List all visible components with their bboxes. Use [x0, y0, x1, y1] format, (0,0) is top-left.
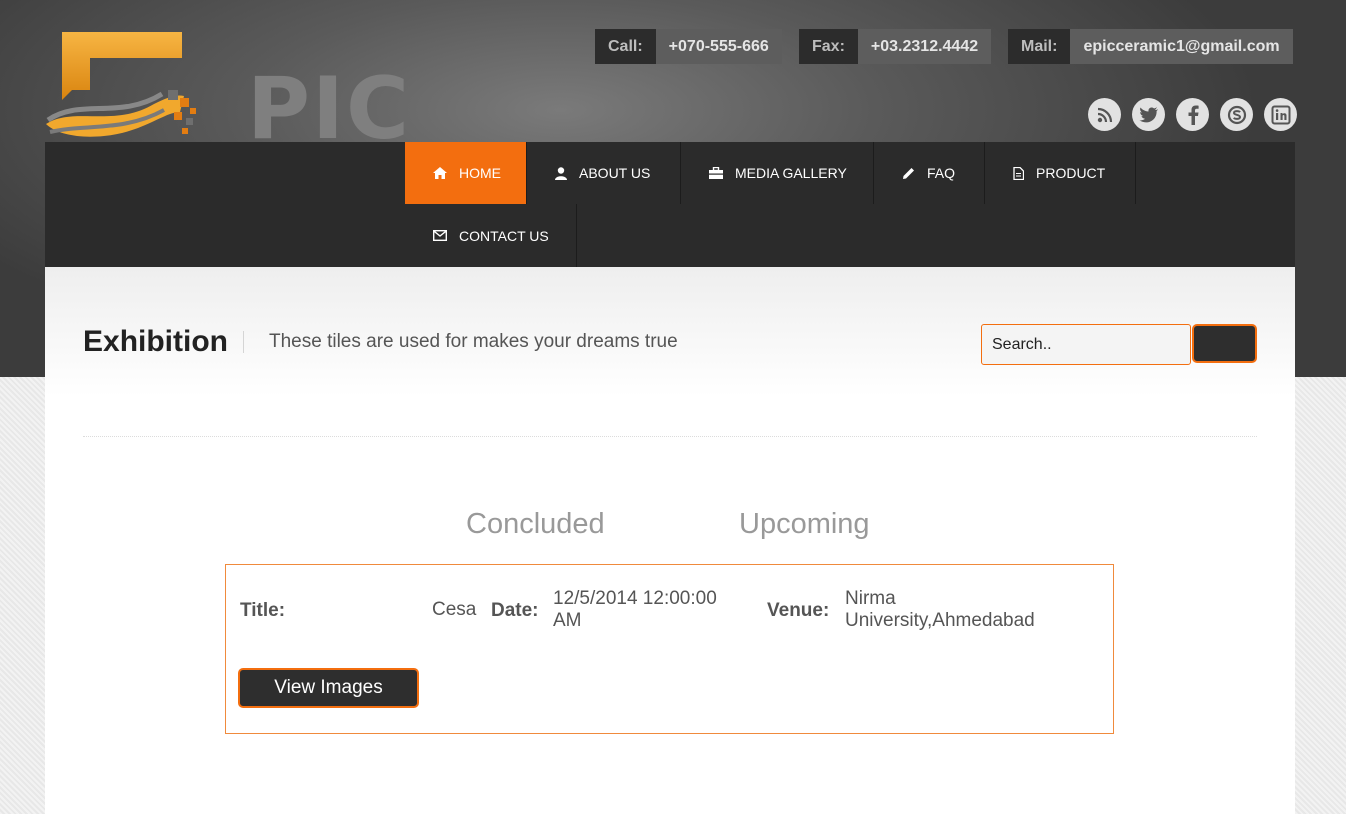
- user-icon: [555, 166, 567, 180]
- content-divider: [83, 436, 1257, 437]
- twitter-icon[interactable]: [1132, 98, 1165, 131]
- nav-item-media-gallery[interactable]: MEDIA GALLERY: [681, 142, 874, 204]
- nav-item-contact-us[interactable]: CONTACT US: [405, 204, 577, 267]
- main-nav: HOME ABOUT US MEDIA GALLERY FAQ PRODUCT …: [45, 142, 1295, 267]
- rss-icon[interactable]: [1088, 98, 1121, 131]
- search-input[interactable]: [981, 324, 1191, 365]
- contact-call: Call: +070-555-666: [595, 29, 782, 64]
- exhibition-card: Title: Cesa Date: 12/5/2014 12:00:00 AM …: [225, 564, 1114, 734]
- title-separator: [243, 331, 244, 353]
- tab-upcoming[interactable]: Upcoming: [739, 508, 870, 541]
- nav-label-about-us: ABOUT US: [579, 165, 651, 181]
- facebook-icon[interactable]: [1176, 98, 1209, 131]
- exhibition-venue-label: Venue:: [767, 600, 830, 621]
- nav-item-faq[interactable]: FAQ: [874, 142, 985, 204]
- nav-label-home: HOME: [459, 165, 501, 181]
- nav-label-product: PRODUCT: [1036, 165, 1106, 181]
- nav-label-faq: FAQ: [927, 165, 956, 181]
- contact-mail: Mail: epicceramic1@gmail.com: [1008, 29, 1293, 64]
- document-icon: [1013, 166, 1024, 180]
- page-title: Exhibition: [83, 325, 228, 358]
- search-button[interactable]: [1192, 324, 1257, 363]
- logo-wordmark: PIC: [247, 59, 412, 159]
- nav-item-home[interactable]: HOME: [405, 142, 527, 204]
- logo-emblem-icon: [46, 32, 196, 137]
- contact-call-value: +070-555-666: [655, 29, 782, 64]
- nav-label-media-gallery: MEDIA GALLERY: [735, 165, 847, 181]
- exhibition-date-label: Date:: [491, 600, 539, 621]
- exhibition-title-label: Title:: [240, 600, 286, 621]
- contact-mail-value[interactable]: epicceramic1@gmail.com: [1070, 29, 1293, 64]
- tab-concluded[interactable]: Concluded: [466, 508, 605, 541]
- main-content: Exhibition These tiles are used for make…: [45, 267, 1295, 814]
- briefcase-icon: [709, 167, 723, 179]
- exhibition-date-value: 12/5/2014 12:00:00 AM: [553, 588, 717, 631]
- view-images-button[interactable]: View Images: [238, 668, 419, 708]
- contact-fax: Fax: +03.2312.4442: [799, 29, 992, 64]
- pencil-icon: [903, 167, 914, 179]
- nav-item-about-us[interactable]: ABOUT US: [527, 142, 681, 204]
- contact-mail-label: Mail:: [1008, 29, 1071, 64]
- nav-item-product[interactable]: PRODUCT: [985, 142, 1136, 204]
- contact-fax-label: Fax:: [799, 29, 858, 64]
- home-icon: [433, 167, 447, 179]
- page-subtitle: These tiles are used for makes your drea…: [269, 331, 678, 352]
- social-links: [1088, 98, 1297, 131]
- site-logo[interactable]: PIC: [44, 28, 409, 152]
- nav-label-contact-us: CONTACT US: [459, 227, 549, 244]
- exhibition-venue-value: Nirma University,Ahmedabad: [845, 588, 1035, 631]
- skype-icon[interactable]: [1220, 98, 1253, 131]
- envelope-icon: [433, 230, 447, 241]
- linkedin-icon[interactable]: [1264, 98, 1297, 131]
- contact-call-label: Call:: [595, 29, 656, 64]
- contact-fax-value: +03.2312.4442: [857, 29, 992, 64]
- exhibition-title-value: Cesa: [432, 599, 477, 620]
